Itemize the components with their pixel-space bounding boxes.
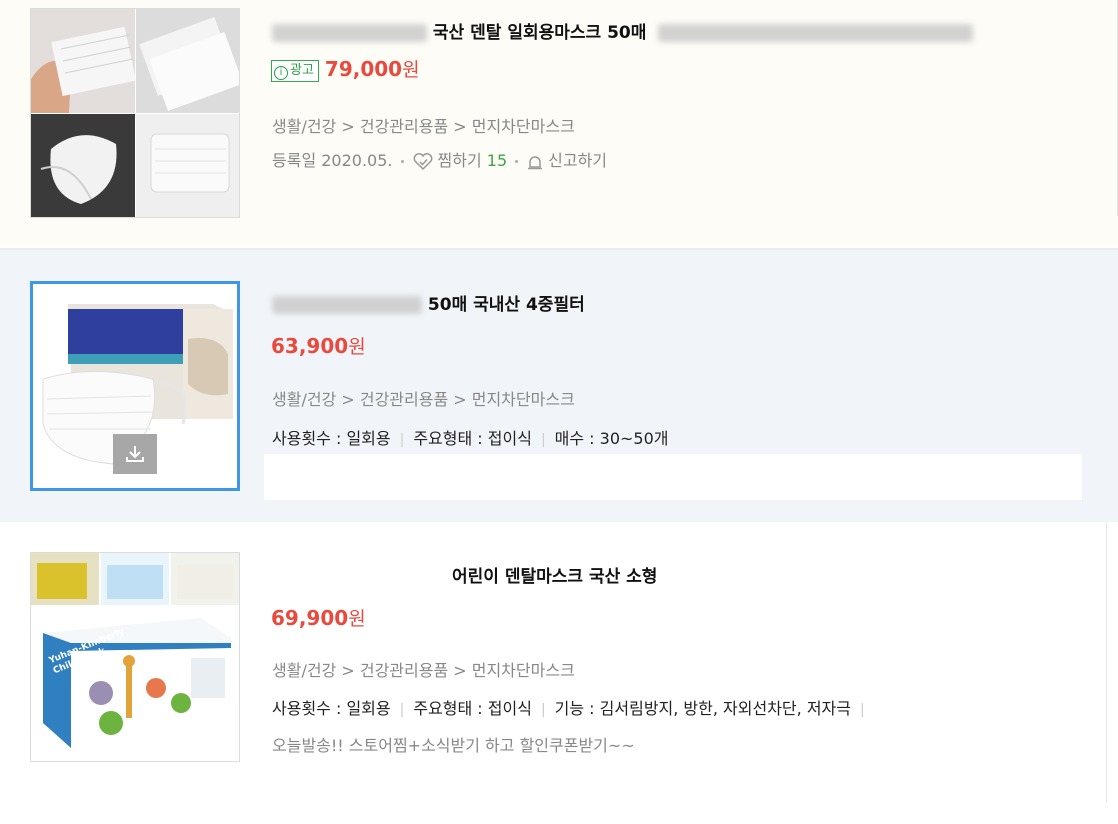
product-thumbnail[interactable]: Yuhan-Kimberly Child Mask	[30, 552, 240, 762]
price-unit: 원	[402, 59, 420, 81]
meta-row: 등록일 2020.05. 찜하기 15 신고하기	[272, 147, 607, 171]
siren-icon	[528, 155, 543, 169]
product-thumbnail[interactable]	[30, 8, 240, 218]
product-title-text[interactable]: 국산 덴탈 일회용마스크 50매	[433, 23, 646, 43]
price: 63,900원	[271, 332, 366, 359]
spec-row: 사용횟수 : 일회용 | 주요형태 : 접이식 | 기능 : 김서림방지, 방한, 자외…	[272, 695, 874, 719]
product-thumbnail[interactable]	[30, 281, 240, 491]
spec-separator: |	[540, 432, 546, 448]
spec-separator: |	[859, 702, 865, 718]
price: i 광고 79,000원	[271, 55, 420, 82]
product-title-text[interactable]: 50매 국내산 4중필터	[428, 295, 585, 315]
download-icon	[126, 446, 144, 462]
category-path[interactable]: 생활/건강 > 건강관리용품 > 먼지차단마스크	[272, 113, 575, 137]
price-unit: 원	[348, 608, 366, 630]
registered-date: 등록일 2020.05.	[272, 151, 393, 170]
spec-row: 사용횟수 : 일회용 | 주요형태 : 접이식 | 매수 : 30~50개	[272, 425, 669, 449]
blurred-text	[272, 24, 427, 42]
info-icon: i	[274, 65, 288, 80]
price-value: 79,000	[324, 57, 403, 81]
product-title[interactable]: 국산 덴탈 일회용마스크 50매	[272, 18, 974, 43]
zzim-label: 찜하기	[437, 151, 482, 170]
divider	[1106, 522, 1107, 802]
ad-label: 광고	[290, 62, 314, 78]
product-title[interactable]: 어린이 덴탈마스크 국산 소형	[452, 562, 657, 587]
price-value: 63,900	[271, 334, 349, 358]
blurred-text	[658, 24, 974, 42]
spec-count: 매수 : 30~50개	[554, 429, 669, 448]
zzim-count: 15	[486, 151, 508, 170]
category-path[interactable]: 생활/건강 > 건강관리용품 > 먼지차단마스크	[272, 657, 575, 681]
spec-usage: 사용횟수 : 일회용	[272, 429, 391, 448]
price-unit: 원	[348, 336, 366, 358]
spec-form: 주요형태 : 접이식	[413, 429, 532, 448]
separator-dot	[400, 160, 404, 163]
category-path[interactable]: 생활/건강 > 건강관리용품 > 먼지차단마스크	[272, 386, 575, 410]
spec-separator: |	[540, 702, 546, 718]
spec-function: 기능 : 김서림방지, 방한, 자외선차단, 저자극	[554, 699, 851, 718]
price-value: 69,900	[271, 606, 349, 630]
ad-badge[interactable]: i 광고	[271, 59, 319, 82]
spec-separator: |	[399, 432, 405, 448]
report-label: 신고하기	[548, 151, 608, 170]
spec-usage: 사용횟수 : 일회용	[272, 699, 391, 718]
price: 69,900원	[271, 604, 366, 631]
empty-promo-box	[264, 454, 1082, 500]
separator-dot	[515, 160, 519, 163]
blurred-text	[272, 296, 422, 314]
spec-separator: |	[399, 702, 405, 718]
spec-form: 주요형태 : 접이식	[413, 699, 532, 718]
product-item-3[interactable]: Yuhan-Kimberly Child Mask 어린이 덴탈마스크 국산 소…	[0, 522, 1118, 824]
promo-text[interactable]: 오늘발송!! 스토어찜+소식받기 하고 할인쿠폰받기~~	[272, 732, 635, 756]
heart-icon	[413, 152, 432, 170]
product-item-2[interactable]: 50매 국내산 4중필터 63,900원 생활/건강 > 건강관리용품 > 먼지…	[0, 248, 1118, 524]
zzim-button[interactable]: 찜하기 15	[412, 151, 508, 170]
download-button[interactable]	[113, 434, 157, 474]
mask-product-image	[31, 9, 239, 217]
product-title[interactable]: 50매 국내산 4중필터	[272, 290, 585, 315]
product-item-1[interactable]: 국산 덴탈 일회용마스크 50매 i 광고 79,000원 생활/건강 > 건강관리…	[0, 0, 1118, 246]
report-button[interactable]: 신고하기	[526, 151, 607, 170]
